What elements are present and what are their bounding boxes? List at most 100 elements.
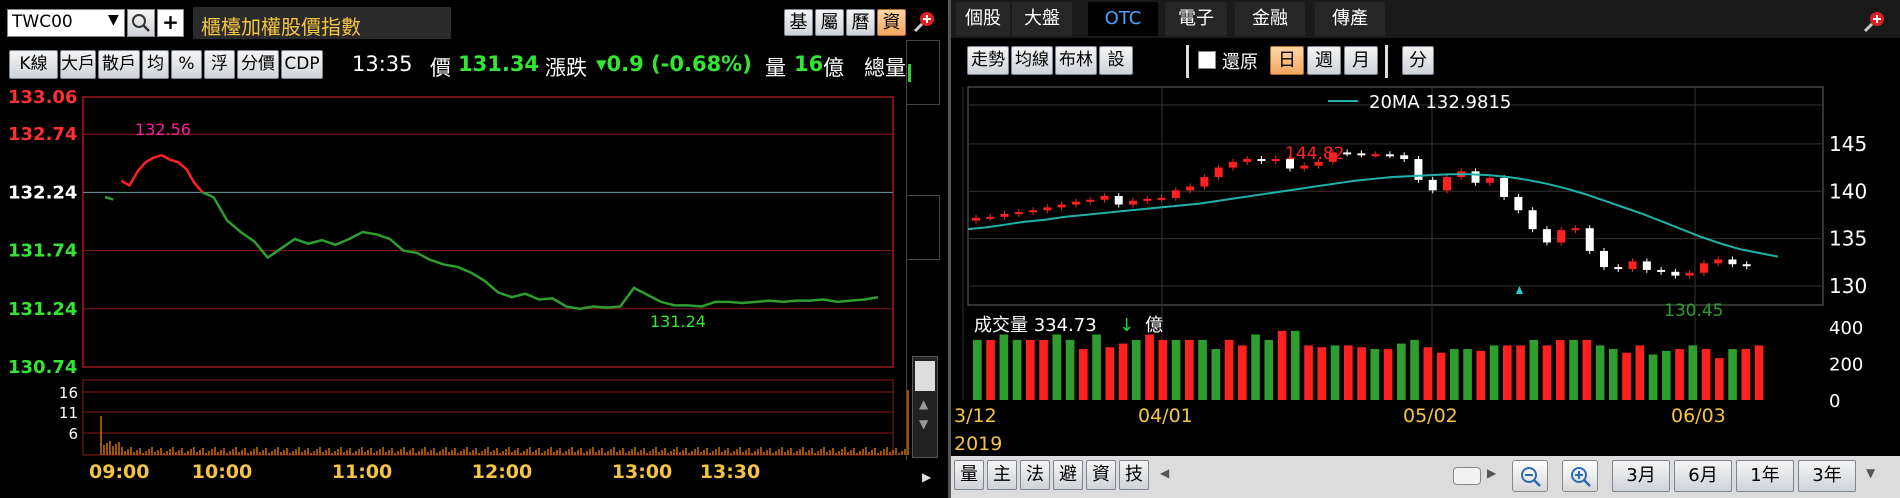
volume-bar — [1635, 345, 1645, 400]
volume-unit: 億 — [1145, 315, 1163, 336]
candle-body — [1428, 179, 1437, 191]
candle-body — [1671, 271, 1680, 276]
scroll-right-arrow-icon[interactable]: ▶ — [1487, 466, 1496, 480]
zoom-in-button[interactable] — [1562, 460, 1598, 492]
volume-bar — [1370, 349, 1380, 400]
volume-bar — [1383, 349, 1393, 400]
volume-bar — [1039, 339, 1048, 400]
volume-bar — [1648, 354, 1658, 400]
volume-bar — [1754, 345, 1764, 400]
candle-body — [1257, 159, 1266, 162]
volume-bar — [1211, 349, 1221, 400]
intraday-y-tick-1: 132.74 — [8, 124, 77, 145]
volume-bar — [1198, 339, 1207, 400]
candle-body — [1186, 186, 1195, 191]
range-slider[interactable] — [1453, 467, 1481, 485]
intraday-line-start — [104, 195, 114, 201]
range-button-3[interactable]: 3年 — [1798, 460, 1856, 492]
volume-bar — [1410, 339, 1419, 400]
volume-bar — [1688, 345, 1698, 400]
volume-bar — [1450, 349, 1459, 400]
range-dropdown-arrow-icon[interactable]: ▼ — [1866, 466, 1875, 480]
range-button-2[interactable]: 1年 — [1736, 460, 1794, 492]
intraday-x-tick-4: 13:00 — [612, 461, 672, 483]
volume-y-tick-0: 400 — [1829, 318, 1863, 339]
legend-ma20-label: 20MA 132.9815 — [1369, 92, 1511, 113]
bottom-icon-4[interactable]: 資 — [1086, 460, 1116, 490]
candle-body — [1400, 155, 1409, 160]
volume-bar — [1132, 339, 1141, 400]
volume-bar — [1344, 345, 1353, 400]
intraday-y-tick-2: 132.24 — [8, 182, 77, 203]
volume-bar — [999, 334, 1009, 400]
bottom-icon-0[interactable]: 量 — [954, 460, 984, 490]
candle-body — [1642, 261, 1651, 270]
zoom-in-icon — [1571, 467, 1591, 487]
volume-bar — [1423, 347, 1433, 400]
volume-title: 成交量 334.73 — [974, 315, 1097, 336]
range-button-0[interactable]: 3月 — [1612, 460, 1670, 492]
marker-triangle-icon — [1516, 286, 1523, 294]
candle-body — [972, 217, 980, 221]
volume-bar — [1436, 352, 1446, 400]
volume-bar — [986, 339, 995, 400]
intraday-low-label: 131.24 — [650, 312, 706, 331]
expand-arrow-icon[interactable]: ▶ — [922, 470, 931, 484]
scrollbar[interactable]: ▲ ▼ — [912, 356, 938, 458]
candle-body — [1100, 196, 1109, 200]
candle-y-tick-2: 135 — [1829, 227, 1867, 251]
scroll-thumb[interactable] — [915, 361, 935, 391]
range-button-1[interactable]: 6月 — [1674, 460, 1732, 492]
candle-body — [1528, 210, 1537, 230]
candle-x-tick-3: 06/03 — [1671, 405, 1726, 427]
candle-body — [1514, 196, 1523, 211]
candle-body — [1443, 177, 1451, 191]
candle-body — [1357, 153, 1366, 156]
candle-body — [1157, 197, 1166, 200]
scroll-down-arrow-icon[interactable]: ▼ — [919, 417, 928, 431]
volume-bar — [1251, 334, 1260, 400]
volume-bar — [1026, 339, 1035, 400]
intraday-x-tick-1: 10:00 — [192, 461, 252, 483]
candle-body — [1685, 272, 1694, 276]
bottom-icon-1[interactable]: 主 — [987, 460, 1017, 490]
popout-button[interactable] — [912, 9, 938, 35]
volume-bar — [1609, 349, 1618, 400]
scroll-left-arrow-icon[interactable]: ◀ — [1160, 466, 1169, 480]
candle-body — [1585, 228, 1594, 251]
volume-bar — [1330, 345, 1340, 400]
candle-body — [1471, 171, 1480, 183]
volume-bar — [973, 339, 982, 400]
volume-bar — [1357, 347, 1366, 400]
intraday-volume-tick-2: 6 — [68, 425, 78, 443]
intraday-plot-frame — [82, 96, 894, 368]
bottom-icon-2[interactable]: 法 — [1020, 460, 1050, 490]
volume-bar — [1224, 339, 1234, 400]
intraday-x-tick-5: 13:30 — [700, 461, 760, 483]
candle-body — [1171, 190, 1180, 198]
volume-bar — [1715, 358, 1724, 400]
zoom-out-button[interactable] — [1512, 460, 1548, 492]
volume-bar — [1065, 339, 1075, 400]
intraday-y-tick-4: 131.24 — [8, 299, 77, 320]
side-box-2 — [906, 195, 940, 260]
volume-bar — [1489, 345, 1499, 400]
volume-y-tick-2: 0 — [1829, 391, 1840, 412]
bottom-icon-5[interactable]: 技 — [1119, 460, 1149, 490]
intraday-volume-tick-1: 11 — [59, 404, 78, 422]
candle-body — [1728, 259, 1737, 265]
candle-body — [1714, 259, 1723, 264]
side-box-1 — [906, 40, 940, 105]
bottom-icon-3[interactable]: 避 — [1053, 460, 1083, 490]
volume-bar — [1675, 349, 1684, 400]
volume-bar — [1291, 330, 1300, 400]
zoom-plus-icon — [913, 12, 934, 33]
candle-body — [1057, 204, 1066, 208]
volume-bar — [1277, 330, 1287, 400]
candle-body — [1657, 269, 1666, 272]
volume-bar — [1569, 339, 1578, 400]
candle-body — [1000, 214, 1009, 217]
volume-bar — [1503, 345, 1512, 400]
scroll-up-arrow-icon[interactable]: ▲ — [919, 397, 928, 411]
candle-body — [1243, 159, 1252, 162]
